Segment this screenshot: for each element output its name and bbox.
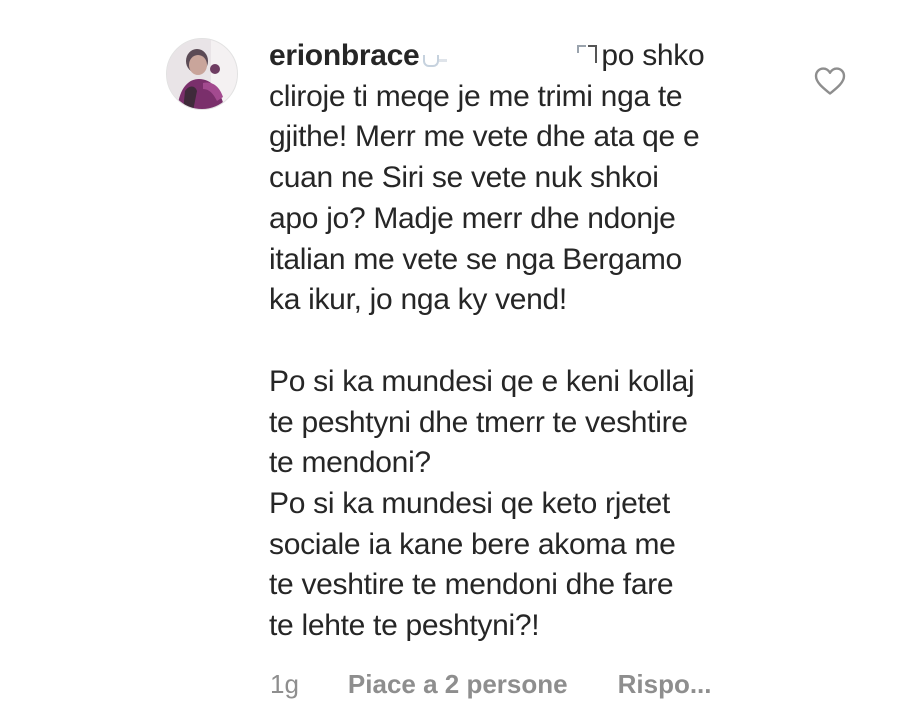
comment-text: erionbrace po shko cliroje ti meqe je me … (269, 36, 789, 647)
comment-first-paragraph: erionbrace po shko cliroje ti meqe je me … (269, 36, 789, 321)
mention-tail-text: po shko (601, 39, 705, 72)
mention-link[interactable] (419, 41, 601, 69)
comment: erionbrace po shko cliroje ti meqe je me … (0, 0, 900, 716)
comment-meta: 1g Piace a 2 persone Rispo... (270, 667, 712, 701)
heart-outline-icon (814, 67, 846, 95)
avatar-image (167, 39, 237, 109)
reply-button[interactable]: Rispo... (618, 669, 712, 700)
comment-likes-link[interactable]: Piace a 2 persone (348, 669, 568, 700)
like-button[interactable] (813, 66, 847, 96)
avatar[interactable] (166, 38, 238, 110)
comment-paragraph-2: Po si ka mundesi qe e keni kollaj te pes… (269, 364, 695, 643)
comment-paragraph-1: cliroje ti meqe je me trimi nga te gjith… (269, 79, 700, 317)
comment-timestamp[interactable]: 1g (270, 669, 299, 700)
username-link[interactable]: erionbrace (269, 39, 420, 72)
